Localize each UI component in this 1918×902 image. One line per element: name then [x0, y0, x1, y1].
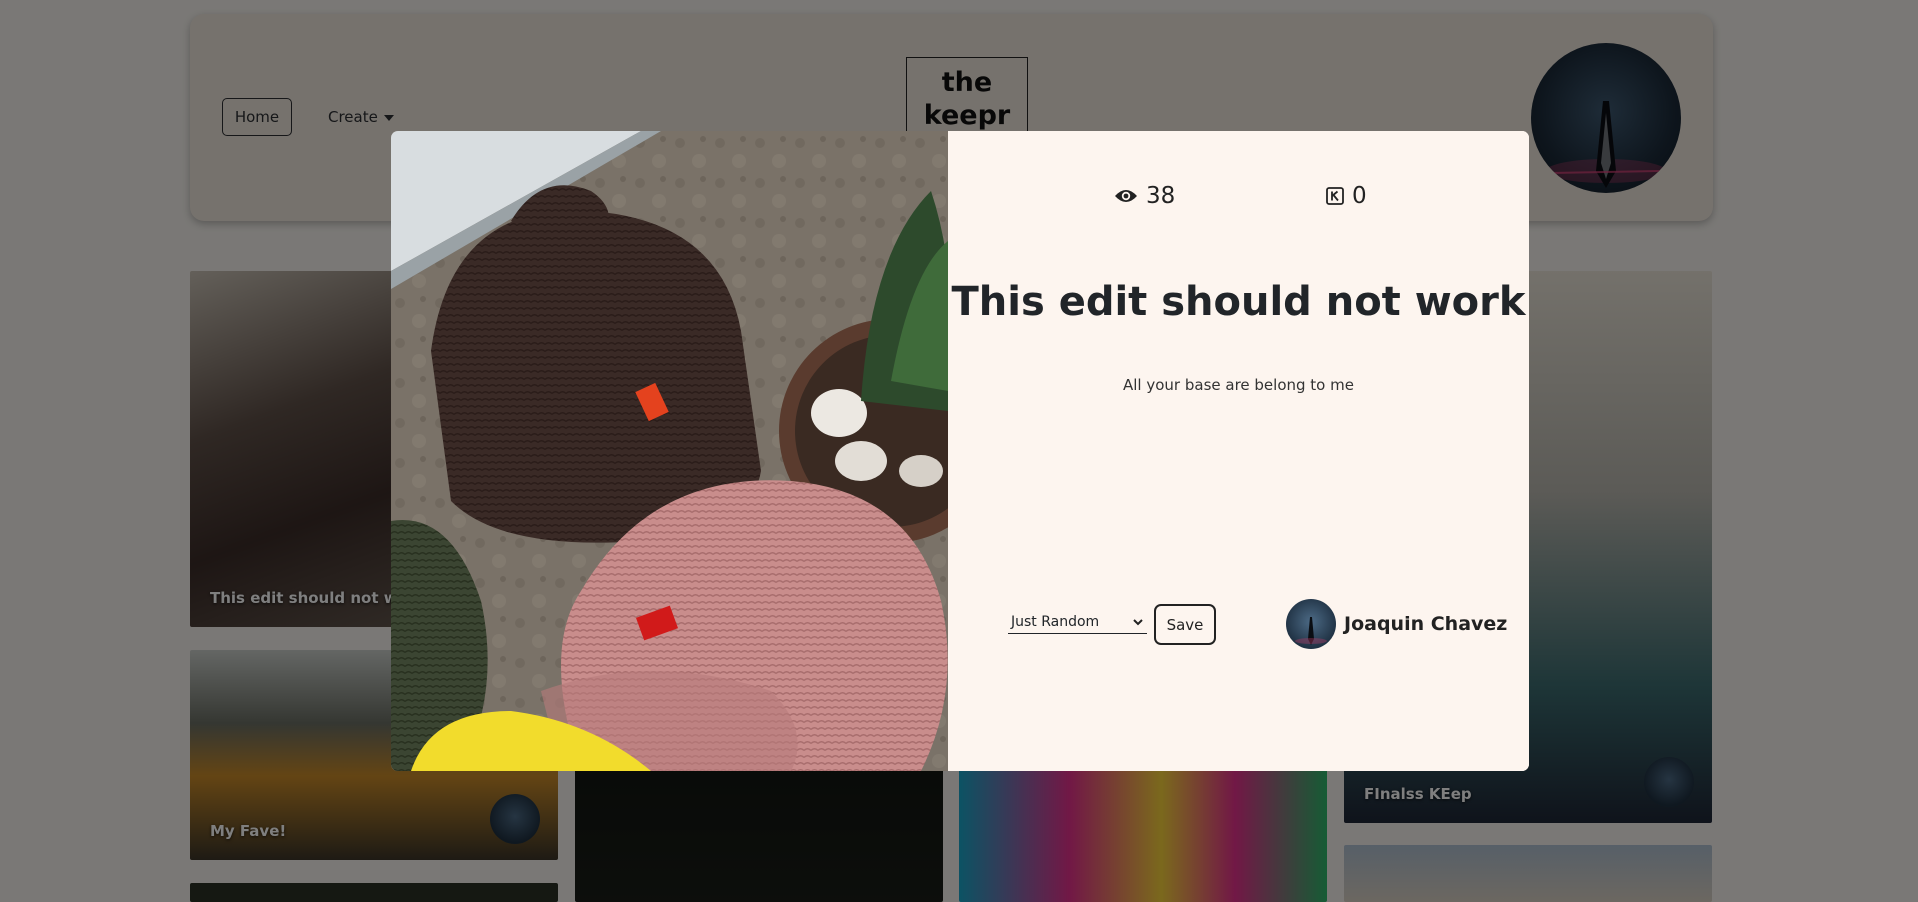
- chevron-down-icon: [1133, 618, 1143, 625]
- save-button[interactable]: Save: [1154, 604, 1216, 645]
- views-count: 38: [1114, 183, 1175, 209]
- avatar-art-icon: [1295, 617, 1327, 645]
- eye-icon: [1114, 188, 1138, 204]
- keep-details: 38 0 This edit should not work All your …: [948, 131, 1529, 771]
- vault-select-value: Just Random: [1011, 613, 1100, 630]
- creator-info[interactable]: Joaquin Chavez: [1286, 599, 1507, 649]
- views-value: 38: [1146, 183, 1176, 209]
- creator-name: Joaquin Chavez: [1344, 613, 1508, 635]
- creator-avatar[interactable]: [1286, 599, 1336, 649]
- keep-k-icon: [1326, 187, 1344, 205]
- keep-description: All your base are belong to me: [1123, 376, 1354, 394]
- keeps-value: 0: [1352, 183, 1367, 209]
- keep-title: This edit should not work: [951, 279, 1526, 325]
- keep-detail-modal: 38 0 This edit should not work All your …: [391, 131, 1529, 771]
- vault-select[interactable]: Just Random: [1008, 610, 1147, 634]
- keeps-count: 0: [1326, 183, 1367, 209]
- keep-image: [391, 131, 948, 771]
- beanies-photo: [391, 131, 948, 771]
